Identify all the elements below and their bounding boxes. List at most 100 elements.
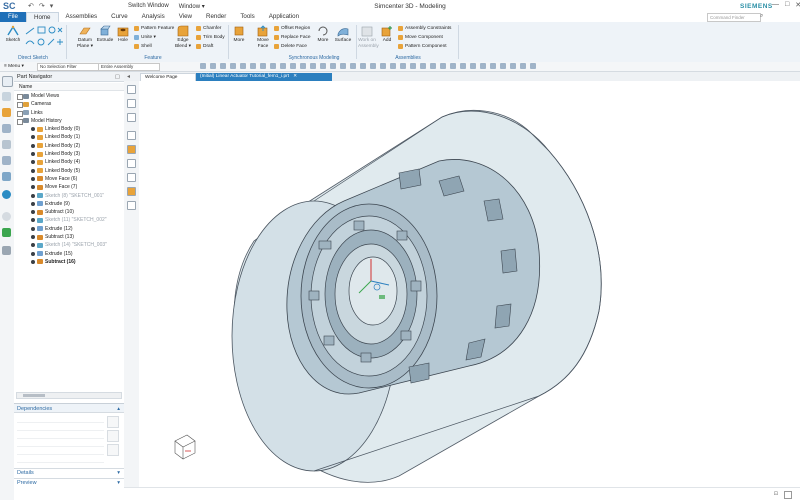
- redo-icon[interactable]: ↷: [39, 2, 45, 10]
- toolbar-icon[interactable]: [380, 63, 386, 69]
- close-icon[interactable]: ✕: [795, 1, 800, 9]
- visibility-icon[interactable]: [31, 135, 35, 140]
- toolbar-icon[interactable]: [250, 63, 256, 69]
- tree-row[interactable]: Linked Body (5): [14, 167, 124, 175]
- view-icon[interactable]: [127, 113, 136, 122]
- menu-button[interactable]: ≡ Menu ▾: [4, 63, 24, 70]
- view-icon[interactable]: [127, 173, 136, 182]
- view-icon[interactable]: [127, 99, 136, 108]
- visibility-icon[interactable]: [31, 152, 35, 157]
- panel-pin-icon[interactable]: ▢: [115, 72, 120, 82]
- toolbar-icon[interactable]: [280, 63, 286, 69]
- history-icon[interactable]: [2, 190, 11, 199]
- toolbar-icon[interactable]: [440, 63, 446, 69]
- toolbar-icon[interactable]: [390, 63, 396, 69]
- sketch-curve-tools-icon[interactable]: [24, 26, 64, 48]
- toolbar-icon[interactable]: [360, 63, 366, 69]
- toolbar-icon[interactable]: [230, 63, 236, 69]
- toolbar-icon[interactable]: [220, 63, 226, 69]
- visibility-icon[interactable]: [31, 127, 35, 132]
- selection-scope-dropdown[interactable]: Entire Assembly: [98, 63, 160, 71]
- toolbar-icon[interactable]: [430, 63, 436, 69]
- sync-more-button[interactable]: More: [314, 25, 332, 44]
- chevron-down-icon[interactable]: ▾: [117, 469, 120, 478]
- horizontal-scrollbar[interactable]: [16, 392, 122, 399]
- tab-file[interactable]: File: [0, 12, 26, 22]
- toolbar-icon[interactable]: [210, 63, 216, 69]
- command-finder-input[interactable]: Command Finder: [707, 13, 761, 22]
- toolbar-icon[interactable]: [370, 63, 376, 69]
- tab-part-file[interactable]: (Initial) Linear Actuator Tutorial_fem1_…: [196, 73, 332, 81]
- reuse-library-icon[interactable]: [2, 140, 11, 149]
- fullscreen-icon[interactable]: [784, 491, 792, 499]
- selection-filter-dropdown[interactable]: No Selection Filter: [37, 63, 99, 71]
- graphics-window[interactable]: [139, 81, 800, 487]
- tree-row[interactable]: Sketch (8) "SKETCH_001": [14, 192, 124, 200]
- tree-row[interactable]: Subtract (13): [14, 233, 124, 241]
- sketch-button[interactable]: Sketch: [4, 25, 22, 44]
- tree-row[interactable]: Model History: [14, 117, 124, 125]
- tree-row[interactable]: Subtract (16): [14, 258, 124, 266]
- toolbar-icon[interactable]: [510, 63, 516, 69]
- visibility-icon[interactable]: [31, 235, 35, 240]
- trim-body-button[interactable]: Trim Body: [196, 34, 225, 41]
- toolbar-icon[interactable]: [480, 63, 486, 69]
- toolbar-icon[interactable]: [460, 63, 466, 69]
- move-component-button[interactable]: Move Component: [398, 34, 443, 41]
- toolbar-icon[interactable]: [350, 63, 356, 69]
- tab-application[interactable]: Application: [262, 12, 306, 22]
- tree-row[interactable]: Extrude (9): [14, 200, 124, 208]
- tree-row[interactable]: Linked Body (2): [14, 142, 124, 150]
- toolbar-icon[interactable]: [300, 63, 306, 69]
- name-column-header[interactable]: Name: [14, 83, 124, 91]
- toolbar-icon[interactable]: [330, 63, 336, 69]
- visibility-icon[interactable]: [31, 168, 35, 173]
- process-studio-icon[interactable]: [2, 228, 11, 237]
- visibility-icon[interactable]: [31, 143, 35, 148]
- toolbar-icon[interactable]: [490, 63, 496, 69]
- model-view[interactable]: [139, 81, 800, 487]
- visibility-icon[interactable]: [31, 218, 35, 223]
- toolbar-icon[interactable]: [470, 63, 476, 69]
- tree-row[interactable]: Cameras: [14, 100, 124, 109]
- toolbar-icon[interactable]: [500, 63, 506, 69]
- view-icon[interactable]: [127, 187, 136, 196]
- toolbar-icon[interactable]: [410, 63, 416, 69]
- dependencies-panel-header[interactable]: Dependencies ▴: [14, 403, 124, 413]
- toolbar-icon[interactable]: [530, 63, 536, 69]
- visibility-icon[interactable]: [31, 210, 35, 215]
- visibility-icon[interactable]: [31, 251, 35, 256]
- toolbar-icon[interactable]: [520, 63, 526, 69]
- navigator-toggle-icon[interactable]: [2, 76, 13, 87]
- visibility-icon[interactable]: [31, 243, 35, 248]
- part-navigator-icon[interactable]: [2, 108, 11, 117]
- visibility-icon[interactable]: [31, 193, 35, 198]
- tree-row[interactable]: Extrude (12): [14, 225, 124, 233]
- tab-assemblies[interactable]: Assemblies: [59, 12, 105, 22]
- toolbar-icon[interactable]: [420, 63, 426, 69]
- tree-row[interactable]: Linked Body (1): [14, 133, 124, 141]
- dependency-tool-icon[interactable]: [107, 444, 119, 456]
- zoom-icon[interactable]: [107, 416, 119, 428]
- tree-row[interactable]: Linked Body (0): [14, 125, 124, 133]
- roles-icon[interactable]: [2, 246, 11, 255]
- toolbar-icon[interactable]: [400, 63, 406, 69]
- hd3d-tools-icon[interactable]: [2, 156, 11, 165]
- tab-tools[interactable]: Tools: [233, 12, 261, 22]
- window-menu[interactable]: Window ▾: [179, 3, 205, 10]
- datum-plane-button[interactable]: Datum Plane ▾: [76, 25, 94, 49]
- minimize-icon[interactable]: —: [772, 1, 779, 9]
- tab-analysis[interactable]: Analysis: [135, 12, 172, 22]
- delete-face-button[interactable]: Delete Face: [274, 43, 307, 50]
- chamfer-button[interactable]: Chamfer: [196, 25, 221, 32]
- view-icon[interactable]: [127, 85, 136, 94]
- toolbar-icon[interactable]: [340, 63, 346, 69]
- tree-row[interactable]: Linked Body (3): [14, 150, 124, 158]
- tree-row[interactable]: Extrude (15): [14, 250, 124, 258]
- extrude-button[interactable]: Extrude: [96, 25, 114, 44]
- visibility-icon[interactable]: [31, 226, 35, 231]
- feature-more-button[interactable]: More: [230, 25, 248, 44]
- offset-region-button[interactable]: Offset Region: [274, 25, 310, 32]
- toolbar-icon[interactable]: [240, 63, 246, 69]
- clock-icon[interactable]: [2, 212, 11, 221]
